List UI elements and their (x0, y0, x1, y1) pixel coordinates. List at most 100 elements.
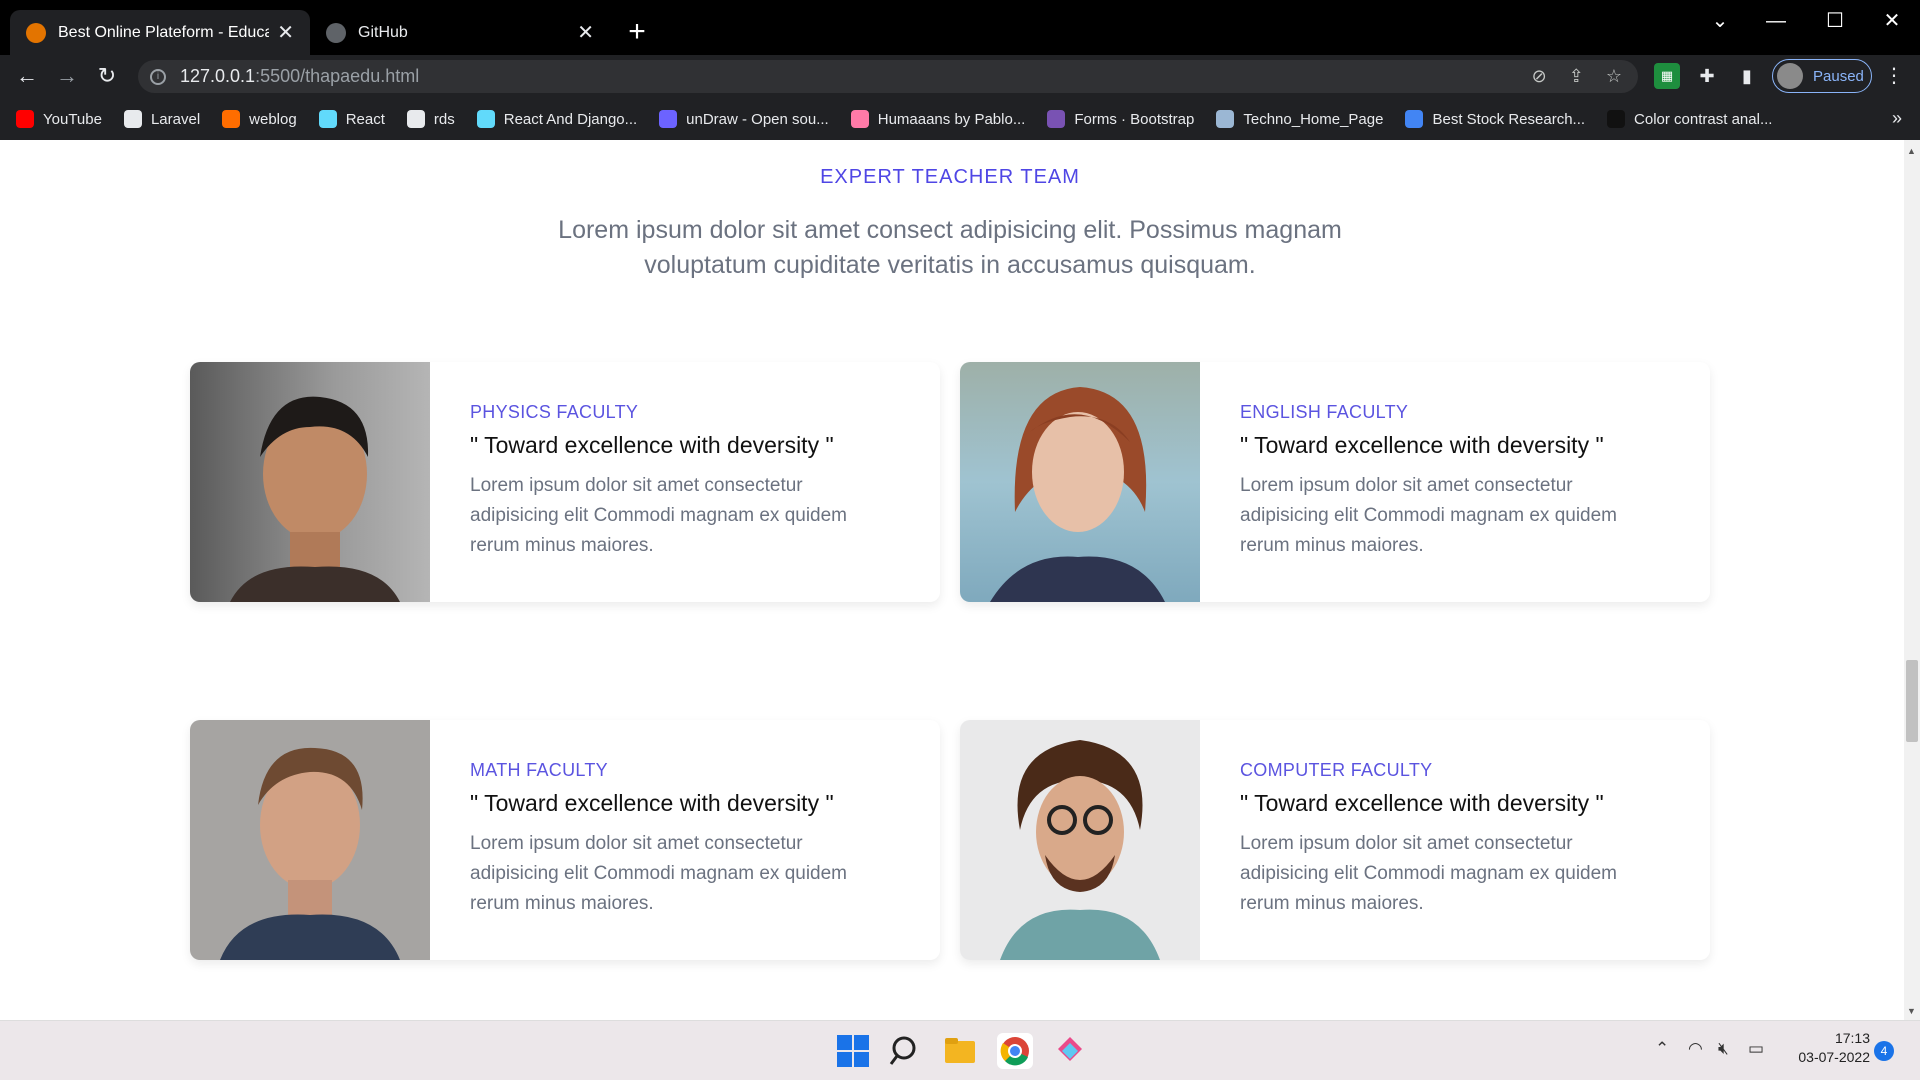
bookmark-label: Color contrast anal... (1634, 110, 1773, 128)
wifi-icon[interactable]: ◠ (1688, 1039, 1703, 1059)
bookmark-label: weblog (249, 110, 297, 128)
bookmark-label: rds (433, 110, 455, 128)
teacher-photo (960, 362, 1200, 602)
notification-badge[interactable]: 4 (1874, 1041, 1894, 1061)
menu-kebab-icon[interactable]: ⋮ (1884, 63, 1904, 88)
share-icon[interactable]: ⇪ (1569, 66, 1584, 87)
card-quote: " Toward excellence with deversity " (1240, 432, 1604, 458)
card-quote: " Toward excellence with deversity " (470, 790, 834, 816)
battery-icon[interactable]: ▭ (1748, 1039, 1764, 1059)
humaaans-icon (850, 110, 869, 128)
bookmark-item[interactable]: Humaaans by Pablo... (850, 110, 1026, 128)
avatar (1777, 63, 1803, 89)
forward-button[interactable]: → (52, 61, 82, 91)
side-panel-icon[interactable]: ▮ (1734, 63, 1760, 89)
bookmarks-bar: YouTube Laravel weblog React rds React And Dj… (0, 98, 1920, 140)
card-faculty: PHYSICS FACULTY (470, 402, 639, 422)
system-clock[interactable]: 17:13 03-07-2022 (1780, 1029, 1870, 1067)
portrait-icon (220, 747, 400, 960)
maximize-button[interactable]: ☐ (1805, 6, 1865, 36)
windows-taskbar: ⌃ ◠ 🔇︎ ▭ 17:13 03-07-2022 4 (0, 1020, 1920, 1080)
eye-off-icon[interactable]: ⊘ (1532, 66, 1547, 87)
section-kicker: EXPERT TEACHER TEAM (820, 166, 1080, 188)
bookmark-item[interactable]: Techno_Home_Page (1216, 110, 1383, 128)
address-bar[interactable]: i 127.0.0.1:5500/thapaedu.html ⊘ ⇪ ☆ (138, 60, 1638, 93)
bookmark-item[interactable]: Best Stock Research... (1405, 110, 1585, 128)
card-description: Lorem ipsum dolor sit amet consectetur a… (470, 833, 848, 914)
bookmark-item[interactable]: Laravel (123, 110, 201, 128)
bookmark-item[interactable]: React (318, 110, 385, 128)
react-icon (476, 110, 495, 128)
teacher-photo (190, 720, 430, 960)
tab-active[interactable]: Best Online Plateform - Education ✕ (10, 10, 310, 55)
scroll-up-arrow-icon[interactable]: ▲ (1907, 146, 1916, 156)
card-description: Lorem ipsum dolor sit amet consectetur a… (1240, 475, 1618, 556)
scrollbar-thumb[interactable] (1906, 660, 1918, 742)
scroll-down-arrow-icon[interactable]: ▼ (1907, 1006, 1916, 1016)
clock-date: 03-07-2022 (1798, 1049, 1870, 1065)
bookmark-label: React (345, 110, 385, 128)
bookmarks-overflow-icon[interactable]: » (1892, 108, 1902, 129)
bookmark-label: Laravel (150, 110, 201, 128)
bootstrap-icon (1047, 110, 1066, 128)
bookmark-item[interactable]: YouTube (16, 110, 102, 128)
bookmark-item[interactable]: Color contrast anal... (1607, 110, 1772, 128)
bookmark-star-icon[interactable]: ☆ (1606, 66, 1622, 87)
bookmark-label: YouTube (43, 110, 102, 128)
globe-icon (123, 110, 142, 128)
bookmark-label: Forms · Bootstrap (1074, 110, 1195, 128)
extension-icon[interactable]: ▦ (1654, 63, 1680, 89)
browser-titlebar: Best Online Plateform - Education ✕ GitH… (0, 0, 1920, 55)
app-diamond-icon[interactable] (1052, 1033, 1088, 1069)
weblog-icon (222, 110, 241, 128)
minimize-button[interactable]: — (1746, 6, 1806, 36)
puzzle-extensions-icon[interactable]: ✚ (1694, 63, 1720, 89)
bookmark-item[interactable]: weblog (222, 110, 297, 128)
faculty-card-computer: COMPUTER FACULTY " Toward excellence wit… (960, 720, 1710, 960)
reload-button[interactable]: ↻ (92, 61, 122, 91)
url-path: :5500/thapaedu.html (255, 66, 420, 86)
profile-button[interactable]: Paused (1772, 59, 1872, 93)
bookmark-label: Humaaans by Pablo... (877, 110, 1026, 128)
tab-github[interactable]: GitHub ✕ (310, 10, 610, 55)
card-quote: " Toward excellence with deversity " (1240, 790, 1604, 816)
tab-title: Best Online Plateform - Education (58, 23, 270, 41)
bookmark-label: unDraw - Open sou... (686, 110, 829, 128)
close-tab-icon[interactable]: ✕ (277, 20, 294, 45)
portrait-icon (990, 387, 1165, 602)
back-button[interactable]: ← (12, 61, 42, 91)
bookmark-item[interactable]: React And Django... (476, 110, 638, 128)
windows-start-icon[interactable] (835, 1033, 871, 1069)
site-info-icon[interactable]: i (150, 68, 166, 85)
youtube-icon (16, 110, 34, 128)
portrait-icon (230, 396, 400, 602)
close-window-button[interactable]: ✕ (1862, 6, 1920, 36)
stock-icon (1405, 110, 1424, 128)
search-icon[interactable] (888, 1033, 924, 1069)
new-tab-button[interactable]: + (622, 14, 652, 50)
bookmark-label: React And Django... (503, 110, 638, 128)
portrait-icon (1000, 740, 1160, 960)
bookmark-item[interactable]: unDraw - Open sou... (659, 110, 829, 128)
bookmark-item[interactable]: rds (406, 110, 455, 128)
globe-icon (406, 110, 425, 128)
faculty-card-physics: PHYSICS FACULTY " Toward excellence with… (190, 362, 940, 602)
bookmark-label: Best Stock Research... (1432, 110, 1586, 128)
tab-search-chevron-icon[interactable]: ⌄ (1690, 6, 1750, 36)
undraw-icon (659, 110, 678, 128)
file-explorer-icon[interactable] (942, 1033, 978, 1069)
bookmark-label: Techno_Home_Page (1243, 110, 1384, 128)
bookmark-item[interactable]: Forms · Bootstrap (1047, 110, 1194, 128)
show-hidden-icons-chevron-icon[interactable]: ⌃ (1655, 1039, 1669, 1059)
page-content: EXPERT TEACHER TEAM Lorem ipsum dolor si… (0, 140, 1904, 1020)
site-favicon-icon (26, 22, 46, 43)
chrome-icon[interactable] (997, 1033, 1033, 1069)
techno-icon (1216, 110, 1235, 128)
section-lead: Lorem ipsum dolor sit amet consect adipi… (558, 216, 1342, 279)
teacher-photo (190, 362, 430, 602)
close-tab-icon[interactable]: ✕ (577, 20, 594, 45)
url-host: 127.0.0.1 (180, 66, 256, 86)
page-scrollbar[interactable]: ▲ ▼ (1904, 140, 1920, 1020)
volume-muted-icon[interactable]: 🔇︎ (1718, 1039, 1729, 1059)
card-faculty: MATH FACULTY (470, 760, 608, 780)
